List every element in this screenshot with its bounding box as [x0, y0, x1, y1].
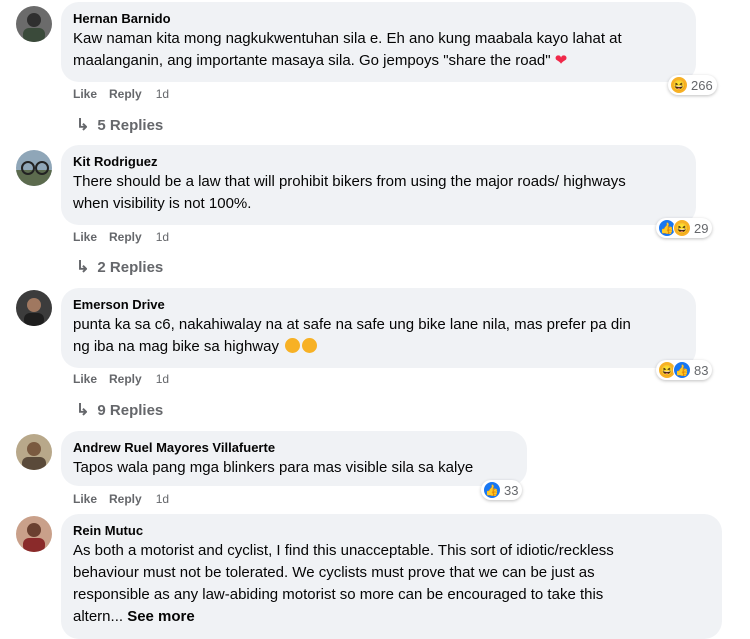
reply-arrow-icon: ↳ [76, 259, 90, 276]
haha-reaction-icon: 😆 [670, 76, 688, 94]
reply-button[interactable]: Reply [109, 372, 142, 386]
comment-actions: Like Reply 1d [73, 87, 181, 101]
reaction-count: 266 [691, 77, 713, 93]
comment-author[interactable]: Kit Rodriguez [73, 153, 684, 170]
reaction-summary[interactable]: 👍 😆 29 [656, 218, 713, 238]
reaction-summary[interactable]: 😆 👍 83 [656, 360, 713, 380]
avatar[interactable] [16, 516, 52, 552]
reaction-count: 29 [694, 220, 709, 236]
comment-author[interactable]: Rein Mutuc [73, 522, 710, 539]
comment-text: As both a motorist and cyclist, I find t… [73, 542, 614, 625]
avatar[interactable] [16, 6, 52, 42]
grinning-emoji-icon [285, 338, 301, 353]
like-button[interactable]: Like [73, 372, 97, 386]
comment-author[interactable]: Emerson Drive [73, 296, 684, 313]
avatar[interactable] [16, 290, 52, 326]
comment-bubble: Emerson Drive punta ka sa c6, nakahiwala… [61, 288, 696, 368]
view-replies-button[interactable]: ↳ 9 Replies [76, 400, 163, 420]
comment-bubble: Kit Rodriguez There should be a law that… [61, 145, 696, 225]
heart-icon: ❤ [554, 52, 568, 69]
like-reaction-icon: 👍 [673, 361, 691, 379]
comment-actions: Like Reply 1d [73, 230, 181, 244]
avatar[interactable] [16, 434, 52, 470]
comment-text: Kaw naman kita mong nagkukwentuhan sila … [73, 30, 622, 69]
view-replies-button[interactable]: ↳ 5 Replies [76, 115, 163, 135]
comment-text: Tapos wala pang mga blinkers para mas vi… [73, 459, 474, 476]
grinning-emoji-icon [302, 338, 318, 353]
like-button[interactable]: Like [73, 492, 97, 506]
reply-arrow-icon: ↳ [76, 117, 90, 134]
reaction-summary[interactable]: 😆 266 [668, 75, 717, 95]
like-button[interactable]: Like [73, 87, 97, 101]
comment-text: There should be a law that will prohibit… [73, 173, 626, 212]
comment-text: punta ka sa c6, nakahiwalay na at safe n… [73, 316, 631, 355]
reply-button[interactable]: Reply [109, 492, 142, 506]
view-replies-button[interactable]: ↳ 2 Replies [76, 257, 163, 277]
like-reaction-icon: 👍 [483, 481, 501, 499]
reaction-count: 83 [694, 362, 709, 378]
comment-time[interactable]: 1d [156, 372, 169, 386]
like-button[interactable]: Like [73, 230, 97, 244]
avatar[interactable] [16, 150, 52, 186]
comment-time[interactable]: 1d [156, 492, 169, 506]
comment-author[interactable]: Hernan Barnido [73, 10, 684, 27]
reaction-count: 33 [504, 482, 519, 498]
comment-actions: Like Reply 1d [73, 492, 181, 506]
comment-bubble: Rein Mutuc As both a motorist and cyclis… [61, 514, 722, 639]
comment-author[interactable]: Andrew Ruel Mayores Villafuerte [73, 439, 515, 456]
comment-time[interactable]: 1d [156, 230, 169, 244]
haha-reaction-icon: 😆 [673, 219, 691, 237]
reply-button[interactable]: Reply [109, 87, 142, 101]
comment-time[interactable]: 1d [156, 87, 169, 101]
comment-bubble: Andrew Ruel Mayores Villafuerte Tapos wa… [61, 431, 527, 486]
see-more-link[interactable]: See more [127, 608, 195, 625]
reply-arrow-icon: ↳ [76, 402, 90, 419]
comment-actions: Like Reply 1d [73, 372, 181, 386]
comment-bubble: Hernan Barnido Kaw naman kita mong nagku… [61, 2, 696, 82]
reaction-summary[interactable]: 👍 33 [481, 480, 523, 500]
reply-button[interactable]: Reply [109, 230, 142, 244]
